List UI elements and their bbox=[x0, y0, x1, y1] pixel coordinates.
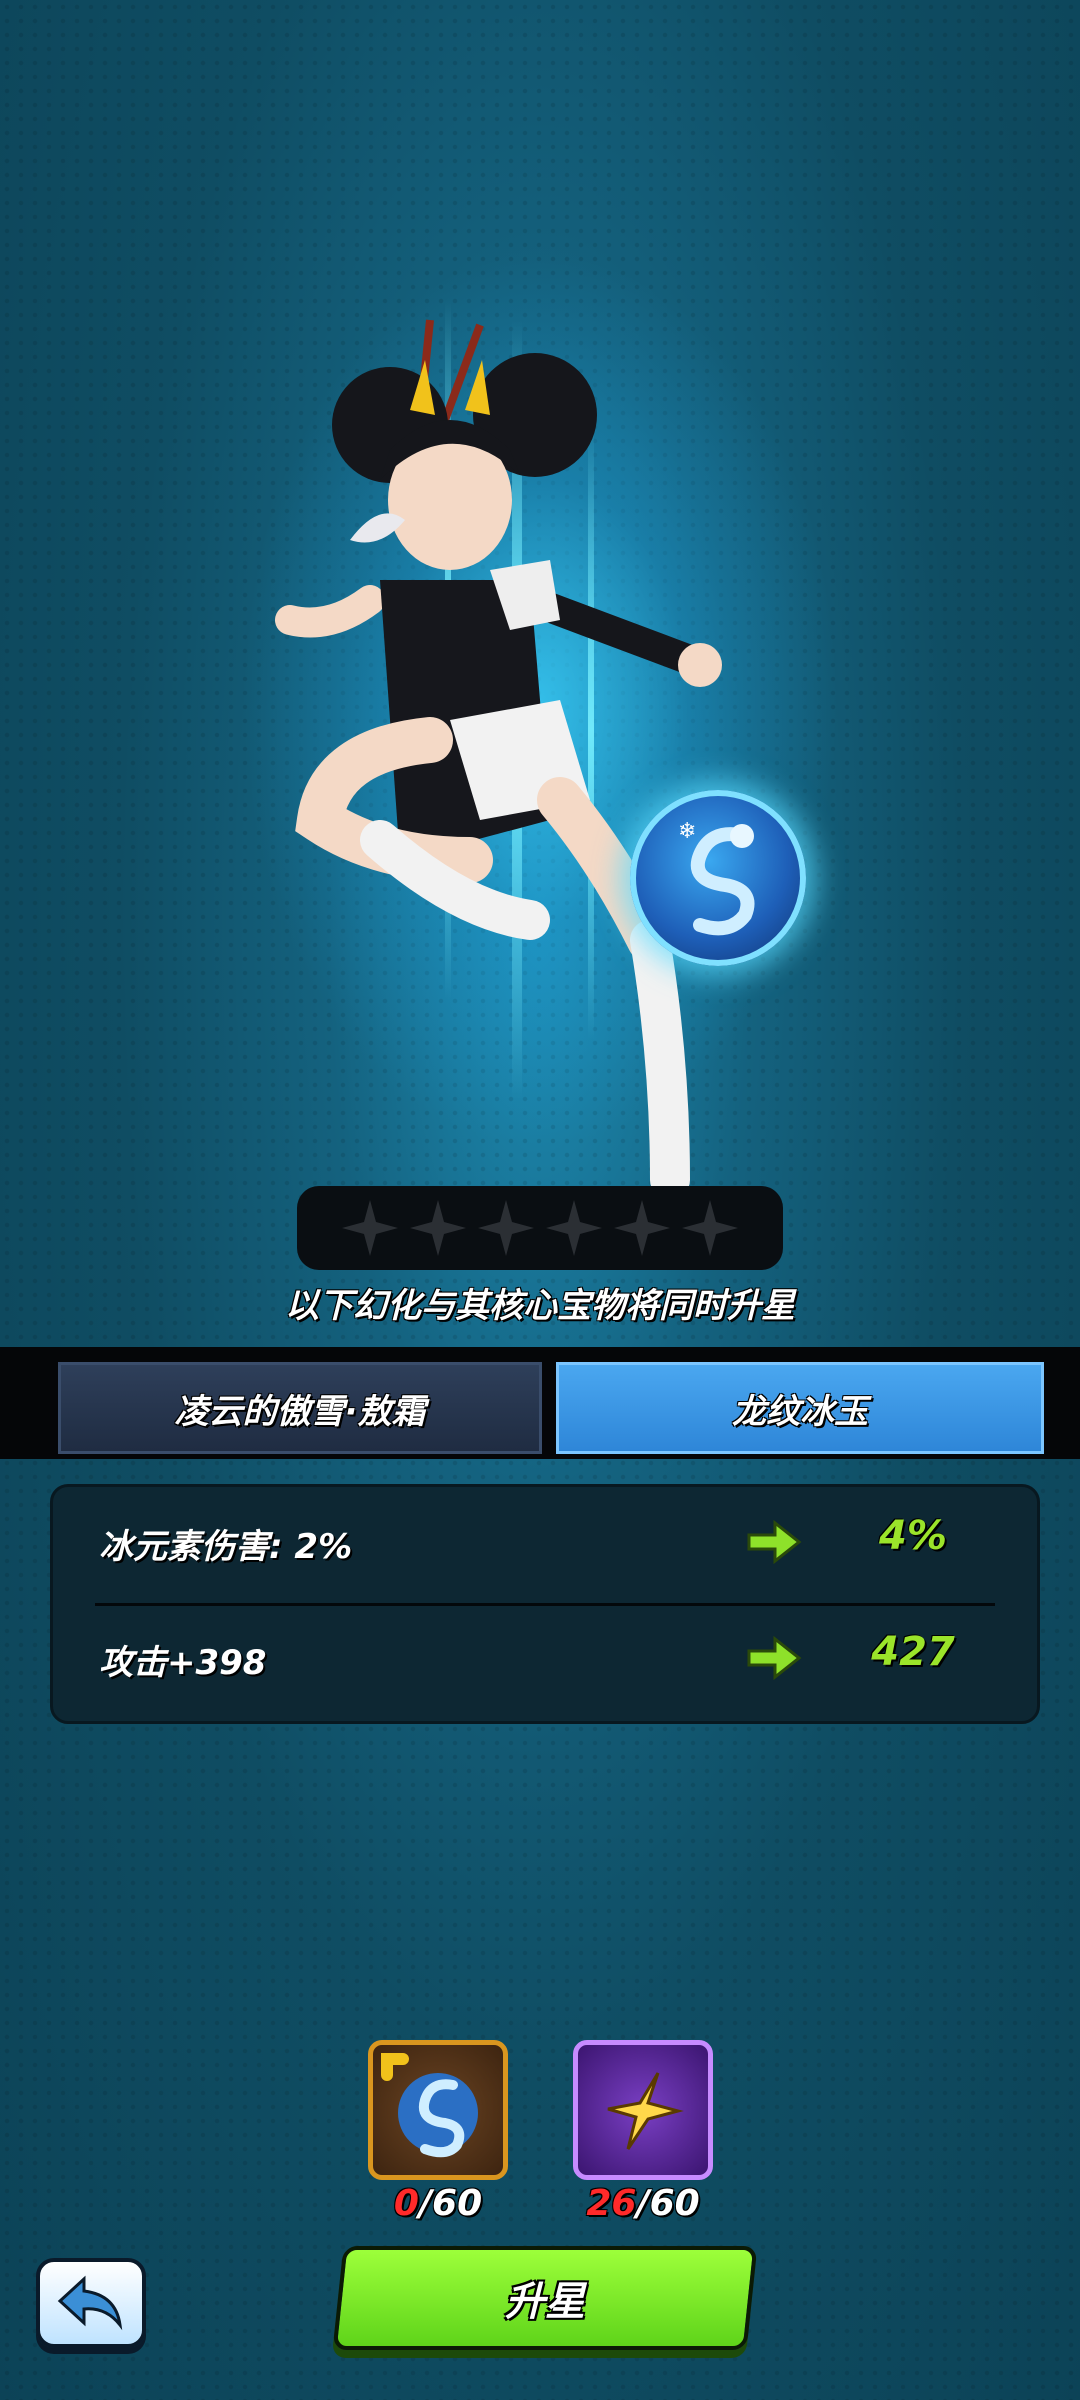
empty-star-icon bbox=[682, 1200, 738, 1256]
stat-row: 冰元素伤害: 2% 4% bbox=[53, 1487, 1043, 1597]
stats-panel: 冰元素伤害: 2% 4% 攻击+398 427 bbox=[50, 1484, 1040, 1724]
empty-star-icon bbox=[546, 1200, 602, 1256]
dragon-jade-fragment-icon bbox=[381, 2053, 478, 2158]
empty-star-icon bbox=[342, 1200, 398, 1256]
arrow-right-icon bbox=[747, 1635, 802, 1681]
stat-label: 冰元素伤害: 2% bbox=[99, 1527, 353, 1567]
stat-label: 攻击+398 bbox=[99, 1643, 267, 1683]
svg-text:❄: ❄ bbox=[678, 819, 696, 844]
arrow-right-icon bbox=[747, 1519, 802, 1565]
empty-star-icon bbox=[478, 1200, 534, 1256]
material-need: /60 bbox=[636, 2183, 700, 2224]
gold-star-icon bbox=[607, 2072, 684, 2150]
material-have: 0 bbox=[393, 2183, 419, 2224]
upgrade-notice: 以下幻化与其核心宝物将同时升星 bbox=[285, 1286, 795, 1326]
upgrade-star-label: 升星 bbox=[505, 2279, 585, 2325]
hero-character-illustration bbox=[275, 319, 722, 1200]
upgrade-star-button[interactable]: 升星 bbox=[332, 2246, 758, 2350]
tab-label: 龙纹冰玉 bbox=[732, 1391, 868, 1432]
tab-label: 凌云的傲雪·敖霜 bbox=[174, 1391, 426, 1432]
stat-next-value: 427 bbox=[871, 1629, 955, 1675]
material-need: /60 bbox=[418, 2183, 483, 2224]
material-star[interactable] bbox=[573, 2040, 713, 2180]
empty-star-icon bbox=[614, 1200, 670, 1256]
stat-row: 攻击+398 427 bbox=[53, 1603, 1043, 1713]
dragon-icon: ❄ bbox=[678, 819, 755, 936]
back-arrow-icon bbox=[57, 2275, 123, 2331]
material-dragon-fragment[interactable] bbox=[368, 2040, 508, 2180]
tab-treasure[interactable]: 龙纹冰玉 bbox=[556, 1362, 1044, 1454]
empty-star-icon bbox=[410, 1200, 466, 1256]
stat-next-value: 4% bbox=[879, 1513, 947, 1559]
material-count: 0/60 bbox=[338, 2183, 538, 2224]
material-count: 26/60 bbox=[543, 2183, 743, 2224]
back-button[interactable] bbox=[36, 2258, 146, 2348]
dragon-jade-orb: ❄ bbox=[630, 790, 806, 966]
material-have: 26 bbox=[586, 2183, 637, 2224]
star-rating-bar bbox=[297, 1186, 783, 1270]
tab-skin[interactable]: 凌云的傲雪·敖霜 bbox=[58, 1362, 542, 1454]
